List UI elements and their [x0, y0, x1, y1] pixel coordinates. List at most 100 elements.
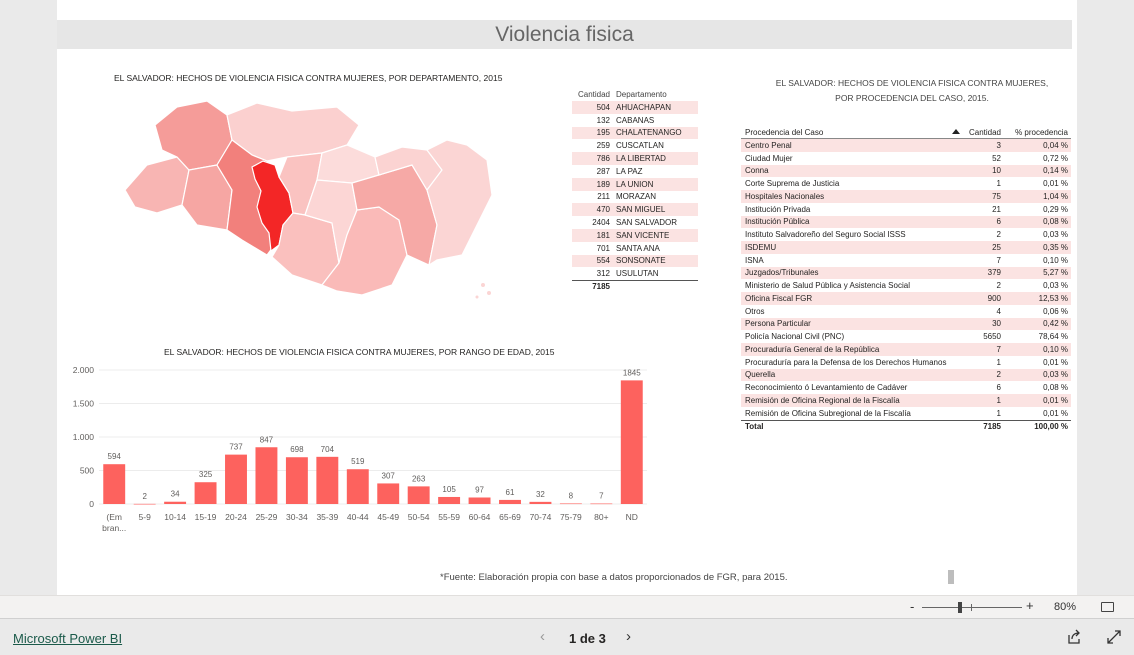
proc-col-pct[interactable]: % procedencia [1003, 128, 1071, 137]
dept-table-row[interactable]: 189 LA UNION [572, 177, 698, 191]
bar[interactable] [407, 486, 430, 504]
proc-table-row[interactable]: Reconocimiento ó Levantamiento de Cadáve… [741, 381, 1071, 394]
dept-table-row[interactable]: 504 AHUACHAPAN [572, 101, 698, 114]
y-tick-label: 0 [89, 499, 94, 509]
proc-qty: 21 [992, 204, 1001, 214]
dept-table-row[interactable]: 2404 SAN SALVADOR [572, 216, 698, 229]
dept-total-value: 7185 [592, 282, 610, 292]
zoom-in-button[interactable]: + [1026, 598, 1034, 613]
proc-qty: 6 [996, 217, 1001, 227]
proc-total-pct: 100,00 % [1034, 422, 1068, 431]
bar[interactable] [620, 380, 643, 504]
procedence-table[interactable]: Procedencia del Caso Cantidad % proceden… [741, 126, 1071, 433]
proc-table-row[interactable]: Juzgados/Tribunales 379 5,27 % [741, 266, 1071, 280]
bar-value-label: 519 [351, 457, 365, 466]
proc-table-header[interactable]: Procedencia del Caso Cantidad % proceden… [741, 126, 1071, 139]
bar[interactable] [377, 483, 400, 504]
bar[interactable] [164, 501, 187, 504]
bar[interactable] [499, 499, 521, 504]
bar[interactable] [133, 503, 156, 505]
bar[interactable] [225, 454, 247, 504]
prev-page-button[interactable]: ‹ [540, 628, 545, 645]
proc-table-row[interactable]: Remisión de Oficina Subregional de la Fi… [741, 407, 1071, 420]
proc-pct: 0,04 % [1043, 140, 1068, 150]
zoom-level: 80% [1054, 601, 1077, 613]
fullscreen-icon[interactable] [1106, 629, 1122, 645]
dept-table-row[interactable]: 701 SANTA ANA [572, 242, 698, 255]
bar[interactable] [559, 503, 582, 505]
bar[interactable] [255, 447, 278, 504]
proc-table-row[interactable]: Oficina Fiscal FGR 900 12,53 % [741, 292, 1071, 305]
x-tick-label: 20-24 [225, 512, 247, 522]
bar[interactable] [590, 503, 613, 505]
y-tick-label: 1.500 [73, 399, 95, 409]
proc-table-row[interactable]: Hospitales Nacionales 75 1,04 % [741, 190, 1071, 203]
dept-table-row[interactable]: 195 CHALATENANGO [572, 126, 698, 140]
share-icon[interactable] [1066, 629, 1082, 645]
proc-table-row[interactable]: Persona Particular 30 0,42 % [741, 317, 1071, 331]
scrollbar-handle[interactable] [948, 570, 954, 584]
proc-table-row[interactable]: Instituto Salvadoreño del Seguro Social … [741, 228, 1071, 241]
zoom-out-button[interactable]: - [910, 599, 914, 614]
bar[interactable] [438, 496, 461, 504]
dept-table-row[interactable]: 312 USULUTAN [572, 267, 698, 280]
proc-table-row[interactable]: Conna 10 0,14 % [741, 164, 1071, 178]
proc-table-row[interactable]: Centro Penal 3 0,04 % [741, 139, 1071, 152]
map-region-ahuachapan [124, 156, 190, 214]
zoom-slider-track[interactable] [922, 607, 1022, 608]
proc-table-row[interactable]: Institución Privada 21 0,29 % [741, 203, 1071, 216]
dept-table-total: 7185 [572, 280, 698, 292]
dept-table-row[interactable]: 181 SAN VICENTE [572, 228, 698, 242]
bar[interactable] [316, 456, 339, 504]
proc-table-row[interactable]: Querella 2 0,03 % [741, 368, 1071, 382]
bar[interactable] [468, 497, 491, 504]
bar[interactable] [529, 501, 552, 504]
proc-table-row[interactable]: Procuraduría General de la República 7 0,1… [741, 343, 1071, 356]
bar-value-label: 105 [442, 485, 456, 494]
next-page-button[interactable]: › [626, 628, 631, 645]
dept-table-row[interactable]: 287 LA PAZ [572, 165, 698, 178]
proc-pct: 0,35 % [1043, 242, 1068, 252]
dept-table-row[interactable]: 554 SONSONATE [572, 254, 698, 268]
proc-table-row[interactable]: Procuraduría para la Defensa de los Dere… [741, 356, 1071, 369]
zoom-slider-thumb[interactable] [958, 602, 962, 613]
proc-col-qty[interactable]: Cantidad [959, 128, 1003, 137]
proc-table-row[interactable]: Ciudad Mujer 52 0,72 % [741, 152, 1071, 165]
bar[interactable] [194, 482, 217, 504]
fit-to-page-icon[interactable] [1101, 602, 1114, 612]
age-bar-chart[interactable]: 594 (Em bran... 2 5-9 34 10-14 325 15-19 737 20-24… [57, 360, 657, 545]
bar-value-label: 34 [171, 490, 180, 499]
department-table[interactable]: Cantidad Departamento 504 AHUACHAPAN 132 CA… [572, 90, 698, 292]
source-footnote: *Fuente: Elaboración propia con base a d… [440, 572, 788, 583]
proc-name: Reconocimiento ó Levantamiento de Cadáve… [745, 383, 908, 393]
dept-qty: 470 [596, 205, 610, 215]
dept-table-row[interactable]: 132 CABANAS [572, 114, 698, 127]
bar[interactable] [285, 457, 308, 504]
dept-table-row[interactable]: 470 SAN MIGUEL [572, 203, 698, 217]
dept-table-row[interactable]: 211 MORAZAN [572, 191, 698, 204]
proc-table-row[interactable]: Corte Suprema de Justicia 1 0,01 % [741, 177, 1071, 190]
dept-table-row[interactable]: 786 LA LIBERTAD [572, 152, 698, 165]
procedence-title-line1: EL SALVADOR: HECHOS DE VIOLENCIA FISICA … [775, 78, 1049, 88]
proc-table-row[interactable]: ISDEMU 25 0,35 % [741, 241, 1071, 254]
dept-table-row[interactable]: 259 CUSCATLAN [572, 139, 698, 152]
proc-table-row[interactable]: Institución Pública 6 0,08 % [741, 215, 1071, 229]
proc-qty: 52 [992, 153, 1001, 163]
proc-table-row[interactable]: ISNA 7 0,10 % [741, 254, 1071, 267]
proc-table-row[interactable]: Otros 4 0,06 % [741, 305, 1071, 318]
power-bi-link[interactable]: Microsoft Power BI [13, 631, 122, 646]
el-salvador-map[interactable] [117, 95, 499, 310]
bar[interactable] [103, 464, 126, 504]
dept-col-qty[interactable]: Cantidad [572, 90, 616, 101]
proc-table-row[interactable]: Ministerio de Salud Pública y Asistencia… [741, 279, 1071, 292]
dept-name: USULUTAN [616, 269, 659, 279]
proc-col-name[interactable]: Procedencia del Caso [741, 128, 959, 137]
proc-qty: 2 [996, 230, 1001, 240]
bar[interactable] [346, 469, 369, 504]
dept-table-header[interactable]: Cantidad Departamento [572, 90, 698, 101]
sort-ascending-icon[interactable] [952, 129, 960, 134]
proc-table-row[interactable]: Remisión de Oficina Regional de la Fisca… [741, 394, 1071, 407]
proc-table-row[interactable]: Policía Nacional Civil (PNC) 5650 78,64 % [741, 330, 1071, 343]
proc-name: Policía Nacional Civil (PNC) [745, 332, 845, 342]
dept-col-name[interactable]: Departamento [616, 90, 698, 101]
